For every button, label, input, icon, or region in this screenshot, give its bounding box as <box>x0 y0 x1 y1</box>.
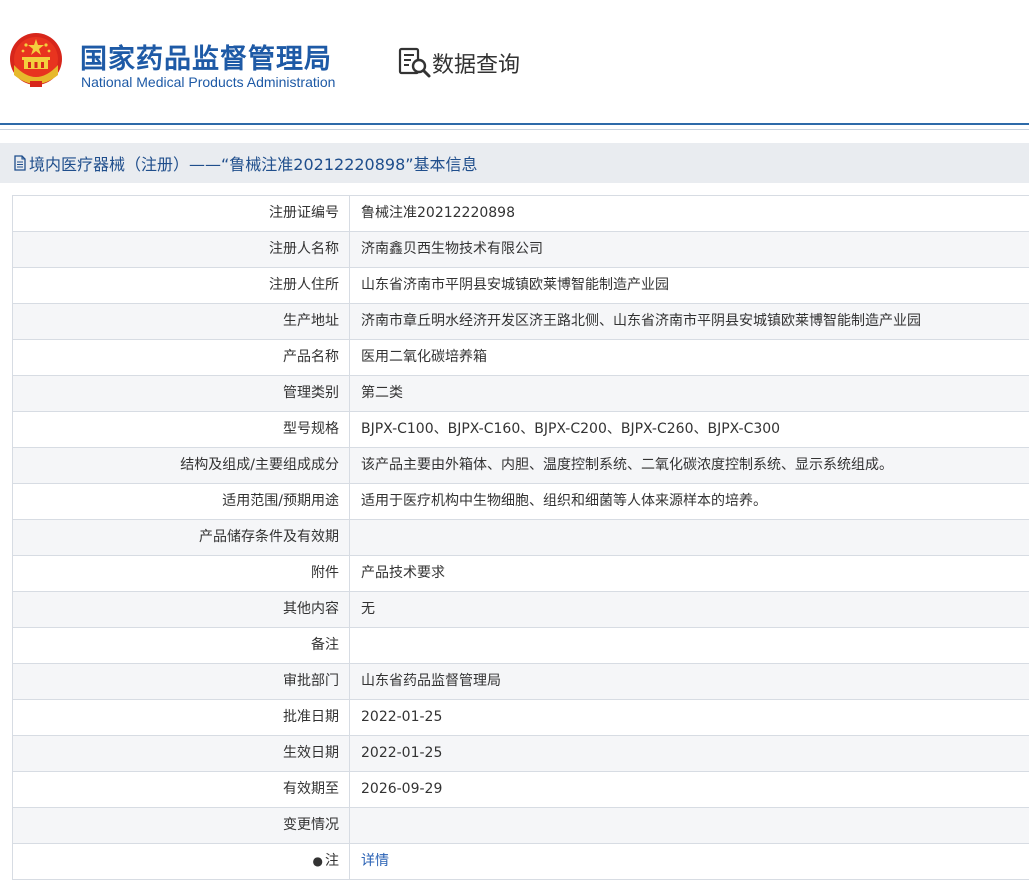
table-row: 产品储存条件及有效期 <box>13 520 1029 556</box>
row-label-text: 变更情况 <box>283 817 339 833</box>
row-value: 2022-01-25 <box>361 745 443 761</box>
table-row: 注册人名称 济南鑫贝西生物技术有限公司 <box>13 232 1029 268</box>
row-label: 有效期至 <box>13 772 350 807</box>
row-label: 生产地址 <box>13 304 350 339</box>
section-title-bar: 境内医疗器械（注册）——“鲁械注准20212220898”基本信息 <box>0 143 1029 183</box>
row-label: 产品储存条件及有效期 <box>13 520 350 555</box>
header-divider-thin <box>0 129 1029 130</box>
row-value: 医用二氧化碳培养箱 <box>361 349 487 365</box>
table-row: 适用范围/预期用途 适用于医疗机构中生物细胞、组织和细菌等人体来源样本的培养。 <box>13 484 1029 520</box>
row-label-text: 批准日期 <box>283 709 339 725</box>
row-label-text: 注册人住所 <box>269 277 339 293</box>
table-row: 附件 产品技术要求 <box>13 556 1029 592</box>
row-label: 注册证编号 <box>13 196 350 231</box>
row-value: 2026-09-29 <box>361 781 443 797</box>
row-label-text: 生产地址 <box>283 313 339 329</box>
details-link[interactable]: 详情 <box>350 844 1029 879</box>
row-value: 适用于医疗机构中生物细胞、组织和细菌等人体来源样本的培养。 <box>361 493 767 509</box>
table-row: 其他内容 无 <box>13 592 1029 628</box>
row-label: 注册人名称 <box>13 232 350 267</box>
row-label: 结构及组成/主要组成成分 <box>13 448 350 483</box>
row-value: 山东省药品监督管理局 <box>361 673 501 689</box>
row-label-text: 备注 <box>311 637 339 653</box>
row-label: 型号规格 <box>13 412 350 447</box>
section-title: 境内医疗器械（注册）——“鲁械注准20212220898”基本信息 <box>29 155 478 174</box>
row-label: 审批部门 <box>13 664 350 699</box>
table-row: 管理类别 第二类 <box>13 376 1029 412</box>
row-label-text: 型号规格 <box>283 421 339 437</box>
row-value: BJPX-C100、BJPX-C160、BJPX-C200、BJPX-C260、… <box>361 421 781 437</box>
row-label-text: 结构及组成/主要组成成分 <box>180 457 339 473</box>
table-row: 批准日期 2022-01-25 <box>13 700 1029 736</box>
row-label: ● 注 <box>13 844 350 879</box>
table-row: 生产地址 济南市章丘明水经济开发区济王路北侧、山东省济南市平阴县安城镇欧莱博智能制… <box>13 304 1029 340</box>
row-label-text: 生效日期 <box>283 745 339 761</box>
row-value: 无 <box>361 601 375 617</box>
table-row: 注册人住所 山东省济南市平阴县安城镇欧莱博智能制造产业园 <box>13 268 1029 304</box>
row-label: 管理类别 <box>13 376 350 411</box>
row-label-text: 注 <box>325 853 339 869</box>
row-label-text: 其他内容 <box>283 601 339 617</box>
row-label-text: 产品名称 <box>283 349 339 365</box>
table-row: 生效日期 2022-01-25 <box>13 736 1029 772</box>
row-label-text: 注册人名称 <box>269 241 339 257</box>
row-label: 适用范围/预期用途 <box>13 484 350 519</box>
row-value <box>350 628 1029 663</box>
table-row: 结构及组成/主要组成成分 该产品主要由外箱体、内胆、温度控制系统、二氧化碳浓度控制… <box>13 448 1029 484</box>
row-label: 其他内容 <box>13 592 350 627</box>
table-row: 型号规格 BJPX-C100、BJPX-C160、BJPX-C200、BJPX-C… <box>13 412 1029 448</box>
site-title-en[interactable]: National Medical Products Administration <box>81 74 335 90</box>
detail-table: 注册证编号 鲁械注准20212220898 注册人名称 济南鑫贝西生物技术有限公司 注册… <box>12 195 1029 880</box>
table-row: ● 注详情 <box>13 844 1029 880</box>
row-label: 生效日期 <box>13 736 350 771</box>
lightbulb-icon: ● <box>312 854 323 868</box>
table-row: 有效期至 2026-09-29 <box>13 772 1029 808</box>
row-value: 2022-01-25 <box>361 709 443 725</box>
row-label: 产品名称 <box>13 340 350 375</box>
row-label: 变更情况 <box>13 808 350 843</box>
table-row: 备注 <box>13 628 1029 664</box>
row-label-text: 注册证编号 <box>269 205 339 221</box>
header-divider <box>0 123 1029 125</box>
table-row: 变更情况 <box>13 808 1029 844</box>
data-query-label: 数据查询 <box>432 53 521 78</box>
document-icon <box>14 155 26 171</box>
row-label: 备注 <box>13 628 350 663</box>
row-label: 注册人住所 <box>13 268 350 303</box>
site-header: 国家药品监督管理局 National Medical Products Admi… <box>0 0 1029 123</box>
row-value: 鲁械注准20212220898 <box>361 205 515 221</box>
row-label-text: 产品储存条件及有效期 <box>199 529 339 545</box>
data-search-icon <box>398 47 431 78</box>
row-value: 济南鑫贝西生物技术有限公司 <box>361 241 543 257</box>
row-label-text: 有效期至 <box>283 781 339 797</box>
row-label-text: 适用范围/预期用途 <box>222 493 339 509</box>
site-title-cn[interactable]: 国家药品监督管理局 <box>80 37 332 76</box>
row-label-text: 管理类别 <box>283 385 339 401</box>
row-value <box>350 520 1029 555</box>
row-label: 附件 <box>13 556 350 591</box>
table-row: 审批部门 山东省药品监督管理局 <box>13 664 1029 700</box>
data-query-link[interactable]: 数据查询 <box>398 46 520 80</box>
row-label-text: 审批部门 <box>283 673 339 689</box>
row-value <box>350 808 1029 843</box>
row-value: 山东省济南市平阴县安城镇欧莱博智能制造产业园 <box>361 277 669 293</box>
row-value: 济南市章丘明水经济开发区济王路北侧、山东省济南市平阴县安城镇欧莱博智能制造产业园 <box>361 313 921 329</box>
national-emblem-icon <box>10 33 62 87</box>
row-label: 批准日期 <box>13 700 350 735</box>
row-label-text: 附件 <box>311 565 339 581</box>
row-value: 第二类 <box>361 385 403 401</box>
row-value: 产品技术要求 <box>361 565 445 581</box>
table-row: 产品名称 医用二氧化碳培养箱 <box>13 340 1029 376</box>
table-row: 注册证编号 鲁械注准20212220898 <box>13 196 1029 232</box>
row-value: 该产品主要由外箱体、内胆、温度控制系统、二氧化碳浓度控制系统、显示系统组成。 <box>361 457 893 473</box>
